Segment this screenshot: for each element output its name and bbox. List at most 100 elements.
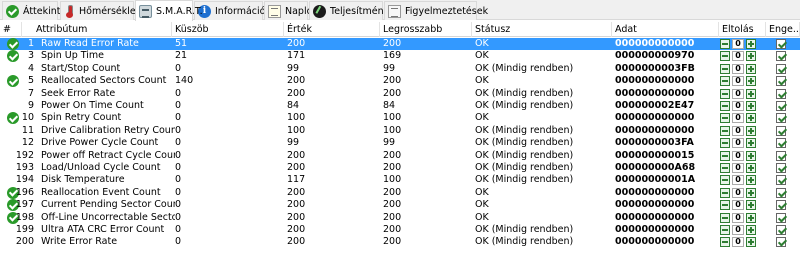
- table-row[interactable]: 1 Raw Read Error Rate 51 200 200 OK 0000000000…: [0, 38, 800, 51]
- enabled-checkbox[interactable]: [776, 212, 786, 223]
- header-threshold[interactable]: Küszöb: [172, 22, 284, 37]
- header-offset[interactable]: Eltolás: [719, 22, 766, 37]
- minus-icon[interactable]: [720, 101, 730, 111]
- plus-icon[interactable]: [746, 101, 756, 111]
- minus-icon[interactable]: [720, 113, 730, 124]
- minus-icon[interactable]: [720, 150, 730, 161]
- enabled-checkbox[interactable]: [776, 39, 786, 49]
- plus-icon[interactable]: [746, 88, 756, 99]
- table-row[interactable]: 197 Current Pending Sector Count 0 200 200 OK…: [0, 199, 800, 212]
- offset-value[interactable]: 0: [732, 150, 744, 161]
- table-row[interactable]: 4 Start/Stop Count 0 99 99 OK (Mindig rendben…: [0, 63, 800, 75]
- table-row[interactable]: 11 Drive Calibration Retry Count 0 100 100 OK…: [0, 125, 800, 137]
- minus-icon[interactable]: [720, 63, 730, 74]
- minus-icon[interactable]: [720, 225, 730, 235]
- enabled-checkbox[interactable]: [776, 51, 786, 62]
- offset-value[interactable]: 0: [732, 200, 744, 211]
- tab-warnings[interactable]: Figyelmeztetések: [384, 1, 488, 20]
- offset-value[interactable]: 0: [732, 175, 744, 186]
- header-status[interactable]: Státusz: [472, 22, 612, 37]
- enabled-checkbox[interactable]: [776, 101, 786, 111]
- plus-icon[interactable]: [746, 175, 756, 186]
- minus-icon[interactable]: [720, 76, 730, 87]
- enabled-checkbox[interactable]: [776, 225, 786, 235]
- enabled-checkbox[interactable]: [776, 125, 786, 136]
- plus-icon[interactable]: [746, 200, 756, 211]
- enabled-checkbox[interactable]: [776, 63, 786, 74]
- minus-icon[interactable]: [720, 187, 730, 198]
- table-row[interactable]: 200 Write Error Rate 0 200 200 OK (Mindig ren…: [0, 236, 800, 248]
- table-row[interactable]: 7 Seek Error Rate 0 200 200 OK (Mindig rendbe…: [0, 88, 800, 100]
- table-row[interactable]: 5 Reallocated Sectors Count 140 200 200 OK 000…: [0, 75, 800, 88]
- minus-icon[interactable]: [720, 200, 730, 211]
- header-value[interactable]: Érték: [284, 22, 380, 37]
- tab-overview[interactable]: Áttekintés: [2, 1, 71, 20]
- enabled-checkbox[interactable]: [776, 237, 786, 248]
- table-row[interactable]: 10 Spin Retry Count 0 100 100 OK 000000000000 0: [0, 112, 800, 125]
- tab-temperature[interactable]: Hőmérséklet: [60, 1, 139, 20]
- minus-icon[interactable]: [720, 125, 730, 136]
- tab-information[interactable]: Információk: [194, 1, 271, 20]
- offset-value[interactable]: 0: [732, 76, 744, 87]
- table-row[interactable]: 199 Ultra ATA CRC Error Count 0 200 200 OK (M…: [0, 224, 800, 236]
- plus-icon[interactable]: [746, 76, 756, 87]
- enabled-checkbox[interactable]: [776, 113, 786, 124]
- table-row[interactable]: 196 Reallocation Event Count 0 200 200 OK 0000…: [0, 186, 800, 199]
- enabled-checkbox[interactable]: [776, 150, 786, 161]
- tab-log[interactable]: Napló: [264, 1, 312, 20]
- table-row[interactable]: 12 Drive Power Cycle Count 0 99 99 OK (Mindig…: [0, 137, 800, 149]
- header-attribute[interactable]: Attribútum: [22, 22, 172, 37]
- offset-value[interactable]: 0: [732, 51, 744, 62]
- enabled-checkbox[interactable]: [776, 76, 786, 87]
- plus-icon[interactable]: [746, 212, 756, 223]
- plus-icon[interactable]: [746, 125, 756, 136]
- minus-icon[interactable]: [720, 237, 730, 248]
- offset-value[interactable]: 0: [732, 88, 744, 99]
- header-num[interactable]: #: [0, 22, 22, 37]
- minus-icon[interactable]: [720, 39, 730, 49]
- plus-icon[interactable]: [746, 113, 756, 124]
- plus-icon[interactable]: [746, 138, 756, 149]
- offset-value[interactable]: 0: [732, 237, 744, 248]
- enabled-checkbox[interactable]: [776, 88, 786, 99]
- tab-smart[interactable]: S.M.A.R.T.: [135, 0, 203, 21]
- enabled-checkbox[interactable]: [776, 163, 786, 173]
- enabled-checkbox[interactable]: [776, 200, 786, 211]
- plus-icon[interactable]: [746, 237, 756, 248]
- minus-icon[interactable]: [720, 51, 730, 62]
- plus-icon[interactable]: [746, 63, 756, 74]
- minus-icon[interactable]: [720, 138, 730, 149]
- offset-value[interactable]: 0: [732, 138, 744, 149]
- table-row[interactable]: 194 Disk Temperature 0 117 100 OK (Mindig ren…: [0, 174, 800, 186]
- table-row[interactable]: 192 Power off Retract Cycle Count 0 200 200 O…: [0, 150, 800, 162]
- table-row[interactable]: 198Off-Line Uncorrectable Sector Count02…: [0, 211, 800, 224]
- offset-value[interactable]: 0: [732, 101, 744, 111]
- table-row[interactable]: 3 Spin Up Time 21 171 169 OK 000000000970 0: [0, 50, 800, 63]
- offset-value[interactable]: 0: [732, 125, 744, 136]
- plus-icon[interactable]: [746, 39, 756, 49]
- enabled-checkbox[interactable]: [776, 187, 786, 198]
- offset-value[interactable]: 0: [732, 187, 744, 198]
- offset-value[interactable]: 0: [732, 113, 744, 124]
- plus-icon[interactable]: [746, 163, 756, 173]
- header-data[interactable]: Adat: [612, 22, 719, 37]
- plus-icon[interactable]: [746, 150, 756, 161]
- minus-icon[interactable]: [720, 175, 730, 186]
- table-row[interactable]: 193 Load/Unload Cycle Count 0 200 200 OK (Min…: [0, 162, 800, 174]
- minus-icon[interactable]: [720, 163, 730, 173]
- offset-value[interactable]: 0: [732, 212, 744, 223]
- tab-performance[interactable]: Teljesítmény: [309, 1, 389, 20]
- enabled-checkbox[interactable]: [776, 138, 786, 149]
- header-worst[interactable]: Legrosszabb: [380, 22, 472, 37]
- offset-value[interactable]: 0: [732, 39, 744, 49]
- minus-icon[interactable]: [720, 212, 730, 223]
- header-enabled[interactable]: Enge...: [766, 22, 800, 37]
- offset-value[interactable]: 0: [732, 225, 744, 235]
- offset-value[interactable]: 0: [732, 163, 744, 173]
- table-row[interactable]: 9 Power On Time Count 0 84 84 OK (Mindig rend…: [0, 100, 800, 112]
- plus-icon[interactable]: [746, 225, 756, 235]
- plus-icon[interactable]: [746, 51, 756, 62]
- enabled-checkbox[interactable]: [776, 175, 786, 186]
- minus-icon[interactable]: [720, 88, 730, 99]
- plus-icon[interactable]: [746, 187, 756, 198]
